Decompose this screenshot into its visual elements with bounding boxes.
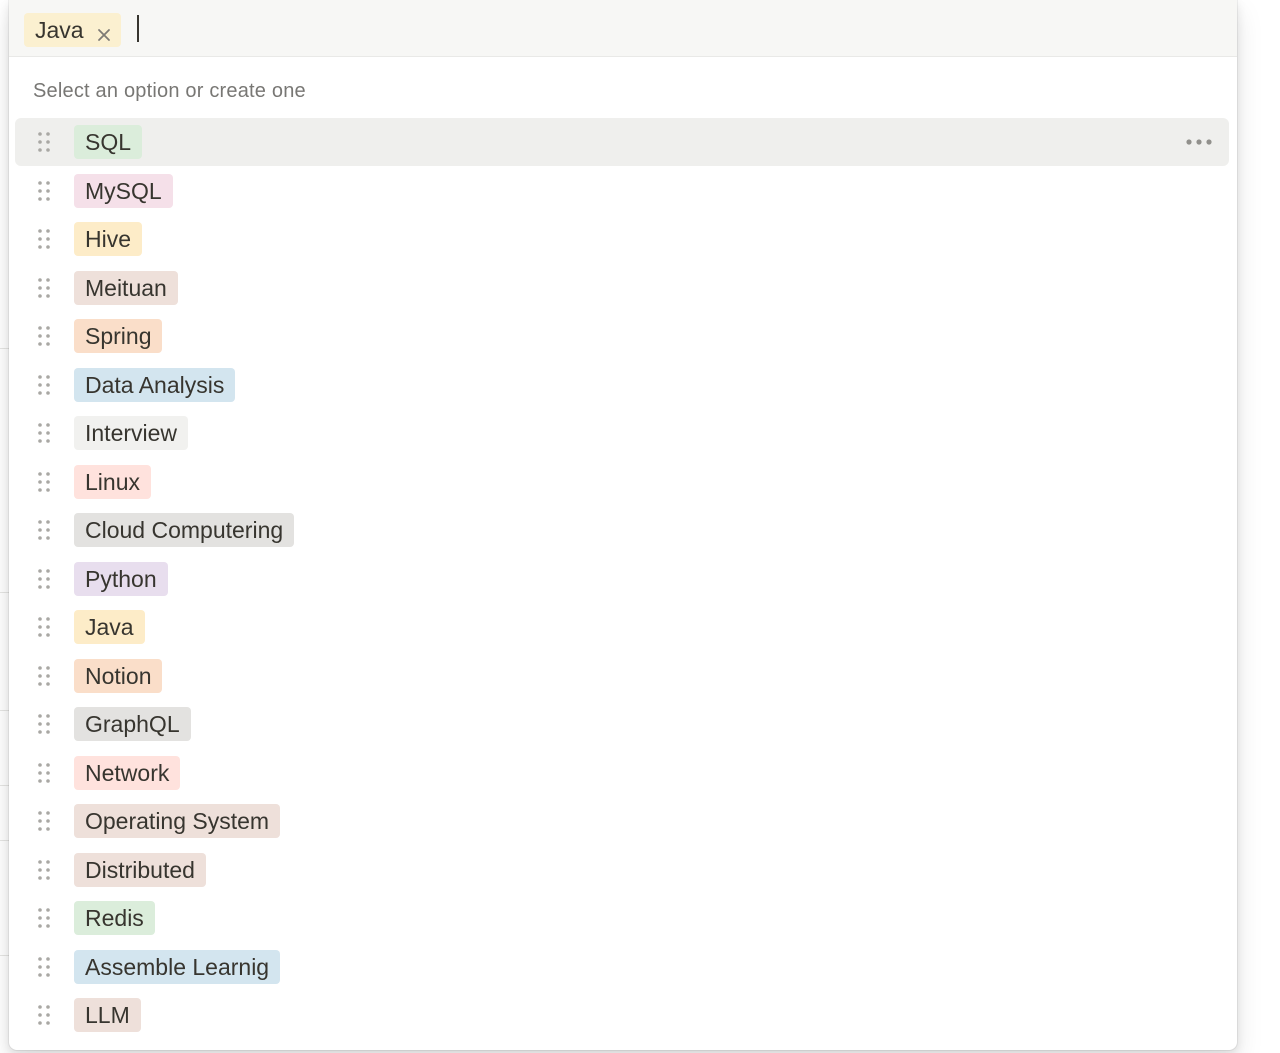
option-tag: Meituan [74, 271, 178, 305]
option-row[interactable]: GraphQL [15, 700, 1229, 748]
option-tag: Data Analysis [74, 368, 236, 402]
close-icon[interactable] [96, 22, 112, 41]
selected-tag-java: Java [24, 13, 121, 47]
option-tag: LLM [74, 998, 141, 1032]
drag-handle-icon[interactable] [37, 665, 51, 687]
drag-handle-icon[interactable] [37, 471, 51, 493]
option-row[interactable]: Cloud Computering [15, 506, 1229, 554]
option-tag: Cloud Computering [74, 513, 295, 547]
option-tag: Linux [74, 465, 151, 499]
option-row[interactable]: LLM [15, 991, 1229, 1039]
drag-handle-icon[interactable] [37, 180, 51, 202]
drag-handle-icon[interactable] [37, 956, 51, 978]
more-horizontal-icon[interactable] [1185, 131, 1213, 153]
drag-handle-icon[interactable] [37, 762, 51, 784]
drag-handle-icon[interactable] [37, 131, 51, 153]
option-row[interactable]: SQL [15, 118, 1229, 166]
selected-tag-label: Java [35, 16, 84, 43]
text-cursor [137, 15, 139, 42]
drag-handle-icon[interactable] [37, 616, 51, 638]
option-row[interactable]: Spring [15, 312, 1229, 360]
drag-handle-icon[interactable] [37, 568, 51, 590]
multi-select-dropdown: Java Select an option or create one SQL M… [9, 0, 1237, 1050]
option-row[interactable]: Redis [15, 894, 1229, 942]
drag-handle-icon[interactable] [37, 810, 51, 832]
option-tag: SQL [74, 125, 143, 159]
tag-input-bar[interactable]: Java [9, 0, 1237, 57]
option-tag: GraphQL [74, 707, 191, 741]
option-tag: Notion [74, 659, 163, 693]
drag-handle-icon[interactable] [37, 713, 51, 735]
option-row[interactable]: Interview [15, 409, 1229, 457]
option-row[interactable]: Notion [15, 652, 1229, 700]
drag-handle-icon[interactable] [37, 325, 51, 347]
option-row[interactable]: MySQL [15, 167, 1229, 215]
select-hint: Select an option or create one [33, 80, 306, 102]
option-row[interactable]: Java [15, 603, 1229, 651]
page: Java Select an option or create one SQL M… [0, 0, 1280, 1053]
drag-handle-icon[interactable] [37, 374, 51, 396]
option-row[interactable]: Assemble Learnig [15, 943, 1229, 991]
option-tag: Assemble Learnig [74, 950, 281, 984]
option-row[interactable]: Network [15, 749, 1229, 797]
drag-handle-icon[interactable] [37, 277, 51, 299]
option-tag: Distributed [74, 853, 206, 887]
option-row[interactable]: Data Analysis [15, 361, 1229, 409]
drag-handle-icon[interactable] [37, 422, 51, 444]
option-row[interactable]: Linux [15, 458, 1229, 506]
drag-handle-icon[interactable] [37, 907, 51, 929]
option-row[interactable]: Distributed [15, 846, 1229, 894]
option-tag: Network [74, 756, 181, 790]
drag-handle-icon[interactable] [37, 859, 51, 881]
option-tag: Redis [74, 901, 155, 935]
option-tag: Hive [74, 222, 143, 256]
drag-handle-icon[interactable] [37, 1004, 51, 1026]
drag-handle-icon[interactable] [37, 228, 51, 250]
option-tag: Spring [74, 319, 163, 353]
option-tag: Java [74, 610, 145, 644]
option-search-input[interactable] [141, 12, 1205, 48]
option-row[interactable]: Meituan [15, 264, 1229, 312]
option-row[interactable]: Python [15, 555, 1229, 603]
option-tag: Interview [74, 416, 189, 450]
option-row[interactable]: Hive [15, 215, 1229, 263]
drag-handle-icon[interactable] [37, 519, 51, 541]
option-tag: MySQL [74, 174, 173, 208]
option-tag: Python [74, 562, 168, 596]
option-tag: Operating System [74, 804, 281, 838]
option-row[interactable]: Operating System [15, 797, 1229, 845]
